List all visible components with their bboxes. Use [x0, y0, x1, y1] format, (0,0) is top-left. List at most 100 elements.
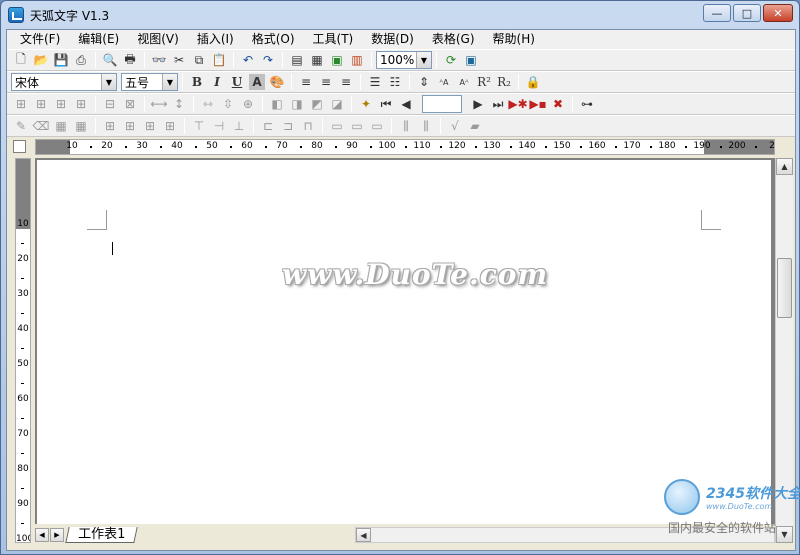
layer-up-icon[interactable]: ◩: [307, 94, 327, 114]
copy-icon[interactable]: ⧉: [189, 50, 209, 70]
shrink-font-icon[interactable]: Aᴬ: [454, 72, 474, 92]
vertical-ruler[interactable]: 10 20 30 40 50 60 70 80 90 100: [15, 158, 31, 543]
sheet-prev-icon[interactable]: ◀: [35, 528, 49, 542]
row-height-icon[interactable]: ↕: [169, 94, 189, 114]
scroll-left-icon[interactable]: ◀: [356, 528, 371, 542]
frame-split-icon[interactable]: ▭: [347, 116, 367, 136]
halign-left-icon[interactable]: ⊏: [258, 116, 278, 136]
align-left-icon[interactable]: ≡: [296, 72, 316, 92]
align-center-icon[interactable]: ≡: [316, 72, 336, 92]
cut-icon[interactable]: ✂: [169, 50, 189, 70]
sheet-tab[interactable]: 工作表1: [65, 527, 138, 543]
fit-all-icon[interactable]: ⊕: [238, 94, 258, 114]
insert-table-icon[interactable]: ▦: [307, 50, 327, 70]
split-cells-icon[interactable]: ⊠: [120, 94, 140, 114]
document-canvas[interactable]: www.DuoTe.com: [35, 158, 775, 524]
preview-icon[interactable]: 🔍: [100, 50, 120, 70]
formula-icon[interactable]: √: [445, 116, 465, 136]
menu-table[interactable]: 表格(G): [423, 30, 484, 49]
data-source-icon[interactable]: ⊶: [577, 94, 597, 114]
valign-top-icon[interactable]: ⊤: [189, 116, 209, 136]
border-all-icon[interactable]: ⊞: [100, 116, 120, 136]
menu-format[interactable]: 格式(O): [243, 30, 304, 49]
frame-icon[interactable]: ▭: [327, 116, 347, 136]
border-none-icon[interactable]: ⊞: [160, 116, 180, 136]
find-icon[interactable]: 👓: [149, 50, 169, 70]
document-page[interactable]: www.DuoTe.com: [37, 160, 771, 524]
ruler-corner-checkbox[interactable]: [13, 140, 26, 153]
menu-data[interactable]: 数据(D): [362, 30, 423, 49]
redo-icon[interactable]: ↷: [258, 50, 278, 70]
menu-edit[interactable]: 编辑(E): [69, 30, 128, 49]
insert-col-before-icon[interactable]: ⊞: [51, 94, 71, 114]
next-record-icon[interactable]: ▶: [468, 94, 488, 114]
grid-icon[interactable]: ▦: [51, 116, 71, 136]
eraser-icon[interactable]: ⌫: [31, 116, 51, 136]
close-button[interactable]: ✕: [763, 4, 793, 22]
valign-mid-icon[interactable]: ⊣: [209, 116, 229, 136]
valign-bottom-icon[interactable]: ⊥: [229, 116, 249, 136]
superscript-icon[interactable]: R²: [474, 72, 494, 92]
insert-col-after-icon[interactable]: ⊞: [71, 94, 91, 114]
line-spacing-icon[interactable]: ⇕: [414, 72, 434, 92]
align-right-icon[interactable]: ≡: [336, 72, 356, 92]
full-screen-icon[interactable]: ▣: [461, 50, 481, 70]
maximize-button[interactable]: □: [733, 4, 761, 22]
fit-width-icon[interactable]: ⇿: [198, 94, 218, 114]
menu-help[interactable]: 帮助(H): [484, 30, 544, 49]
prev-record-icon[interactable]: ◀: [396, 94, 416, 114]
print-preview-icon[interactable]: ⎙: [71, 50, 91, 70]
menu-insert[interactable]: 插入(I): [188, 30, 243, 49]
distribute-icon[interactable]: ☷: [385, 72, 405, 92]
folder-icon[interactable]: ▰: [465, 116, 485, 136]
append-record-icon[interactable]: ▶✱: [508, 94, 528, 114]
grid-alt-icon[interactable]: ▦: [71, 116, 91, 136]
color-palette-icon[interactable]: 🎨: [267, 72, 287, 92]
insert-chart-icon[interactable]: ▥: [347, 50, 367, 70]
pencil-icon[interactable]: ✎: [11, 116, 31, 136]
new-doc-icon[interactable]: 🗋: [11, 50, 31, 70]
fit-height-icon[interactable]: ⇳: [218, 94, 238, 114]
italic-button[interactable]: I: [207, 72, 227, 92]
font-size-select[interactable]: 五号 ▼: [121, 73, 178, 91]
subscript-icon[interactable]: R₂: [494, 72, 514, 92]
paste-icon[interactable]: 📋: [209, 50, 229, 70]
zoom-select[interactable]: 100% ▼: [376, 51, 432, 69]
lock-icon[interactable]: 🔒: [523, 72, 543, 92]
textbox-icon[interactable]: ▤: [287, 50, 307, 70]
delete-record-icon[interactable]: ✖: [548, 94, 568, 114]
refresh-icon[interactable]: ⟳: [441, 50, 461, 70]
layer-front-icon[interactable]: ◧: [267, 94, 287, 114]
grow-font-icon[interactable]: ᴬA: [434, 72, 454, 92]
horizontal-ruler[interactable]: 10 20 30 40 50 60 70 80 90 100 110 120 130 140 150 160 1…: [35, 139, 775, 155]
col-width-icon[interactable]: ⟷: [149, 94, 169, 114]
menu-file[interactable]: 文件(F): [11, 30, 69, 49]
undo-icon[interactable]: ↶: [238, 50, 258, 70]
sheet-next-icon[interactable]: ▶: [50, 528, 64, 542]
minimize-button[interactable]: —: [703, 4, 731, 22]
last-record-icon[interactable]: ⏭: [488, 94, 508, 114]
insert-record-icon[interactable]: ▶▪: [528, 94, 548, 114]
merge-cells-icon[interactable]: ⊟: [100, 94, 120, 114]
halign-center-icon[interactable]: ⊐: [278, 116, 298, 136]
layer-down-icon[interactable]: ◪: [327, 94, 347, 114]
shade-button[interactable]: A: [249, 74, 265, 90]
save-icon[interactable]: 💾: [51, 50, 71, 70]
open-folder-icon[interactable]: 📂: [31, 50, 51, 70]
font-select[interactable]: 宋体 ▼: [11, 73, 117, 91]
menu-view[interactable]: 视图(V): [128, 30, 188, 49]
border-inner-icon[interactable]: ⊞: [120, 116, 140, 136]
insert-row-after-icon[interactable]: ⊞: [31, 94, 51, 114]
first-record-icon[interactable]: ⏮: [376, 94, 396, 114]
print-icon[interactable]: 🖶: [120, 50, 140, 70]
frame-merge-icon[interactable]: ▭: [367, 116, 387, 136]
justify-icon[interactable]: ☰: [365, 72, 385, 92]
column-alt-icon[interactable]: ⫼: [416, 116, 436, 136]
record-number-input[interactable]: [422, 95, 462, 113]
scroll-up-icon[interactable]: ▲: [776, 158, 793, 175]
border-outer-icon[interactable]: ⊞: [140, 116, 160, 136]
insert-row-before-icon[interactable]: ⊞: [11, 94, 31, 114]
layer-back-icon[interactable]: ◨: [287, 94, 307, 114]
halign-right-icon[interactable]: ⊓: [298, 116, 318, 136]
underline-button[interactable]: U: [227, 72, 247, 92]
